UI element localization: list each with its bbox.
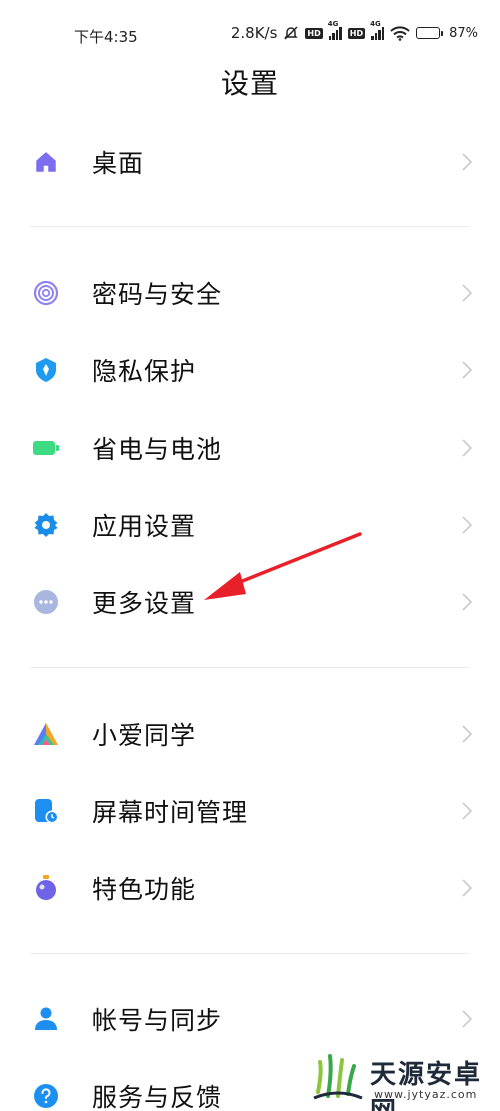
chevron-right-icon <box>460 877 474 899</box>
watermark-brand: 天源安卓网 <box>370 1060 483 1111</box>
more-dots-icon <box>32 588 60 616</box>
hd-icon: HD <box>347 27 366 39</box>
watermark-logo-icon <box>313 1054 363 1100</box>
status-indicators: 2.8K/s HD 4G HD 4G 87% <box>230 20 478 42</box>
watermark: 天源安卓网 www.jytyaz.com <box>312 1050 497 1111</box>
feedback-icon <box>32 1082 60 1110</box>
settings-item-label: 小爱同学 <box>92 721 197 750</box>
chevron-right-icon <box>460 800 474 822</box>
chevron-right-icon <box>460 282 474 304</box>
chevron-right-icon <box>460 359 474 381</box>
screen-time-icon <box>32 797 60 825</box>
settings-item-account-sync[interactable]: 帐号与同步 <box>0 981 500 1057</box>
battery-icon <box>416 27 444 39</box>
status-bar: 下午4:35 2.8K/s HD 4G HD 4G 87% <box>0 0 500 70</box>
settings-item-xiaoai[interactable]: 小爱同学 <box>0 696 500 772</box>
chevron-right-icon <box>460 1008 474 1030</box>
section-divider <box>30 667 470 668</box>
fingerprint-icon <box>32 279 60 307</box>
page-title: 设置 <box>220 67 279 100</box>
hd-icon: HD <box>305 27 323 39</box>
settings-item-label: 屏幕时间管理 <box>92 798 249 827</box>
annotation-arrow <box>204 532 362 600</box>
wifi-icon <box>390 25 410 41</box>
settings-item-label: 应用设置 <box>92 512 197 541</box>
settings-item-label: 特色功能 <box>92 875 197 904</box>
settings-screen: 下午4:35 2.8K/s HD 4G HD 4G 87% 设置 桌面 密码与安… <box>0 0 500 1111</box>
chevron-right-icon <box>460 437 474 459</box>
battery-percent: 87% <box>449 25 478 41</box>
signal-4g-icon: 4G <box>328 20 342 40</box>
account-icon <box>32 1005 60 1033</box>
chevron-right-icon <box>460 591 474 613</box>
watermark-url: www.jytyaz.com <box>374 1088 478 1101</box>
settings-item-label: 隐私保护 <box>92 357 197 386</box>
silent-icon <box>283 25 299 41</box>
status-time: 下午4:35 <box>74 28 138 46</box>
settings-item-label: 省电与电池 <box>92 435 223 464</box>
xiaoai-icon <box>32 720 60 748</box>
battery-saver-icon <box>32 434 60 462</box>
signal-4g-icon: 4G <box>370 20 385 40</box>
settings-item-label: 桌面 <box>92 149 145 178</box>
settings-item-label: 服务与反馈 <box>92 1083 223 1111</box>
settings-item-special-features[interactable]: 特色功能 <box>0 850 500 926</box>
section-divider <box>30 953 470 954</box>
settings-item-label: 更多设置 <box>92 589 197 618</box>
section-divider <box>30 226 470 227</box>
settings-item-label: 密码与安全 <box>92 280 223 309</box>
settings-item-privacy[interactable]: 隐私保护 <box>0 332 500 408</box>
features-icon <box>32 874 60 902</box>
settings-item-password-security[interactable]: 密码与安全 <box>0 255 500 331</box>
home-icon <box>32 148 60 176</box>
chevron-right-icon <box>460 514 474 536</box>
chevron-right-icon <box>460 723 474 745</box>
settings-item-desktop[interactable]: 桌面 <box>0 124 500 200</box>
settings-item-screen-time[interactable]: 屏幕时间管理 <box>0 773 500 849</box>
app-settings-gear-icon <box>32 511 60 539</box>
network-speed: 2.8K/s <box>230 24 278 42</box>
settings-item-battery[interactable]: 省电与电池 <box>0 410 500 486</box>
privacy-shield-icon <box>32 356 60 384</box>
chevron-right-icon <box>460 151 474 173</box>
settings-item-label: 帐号与同步 <box>92 1006 223 1035</box>
